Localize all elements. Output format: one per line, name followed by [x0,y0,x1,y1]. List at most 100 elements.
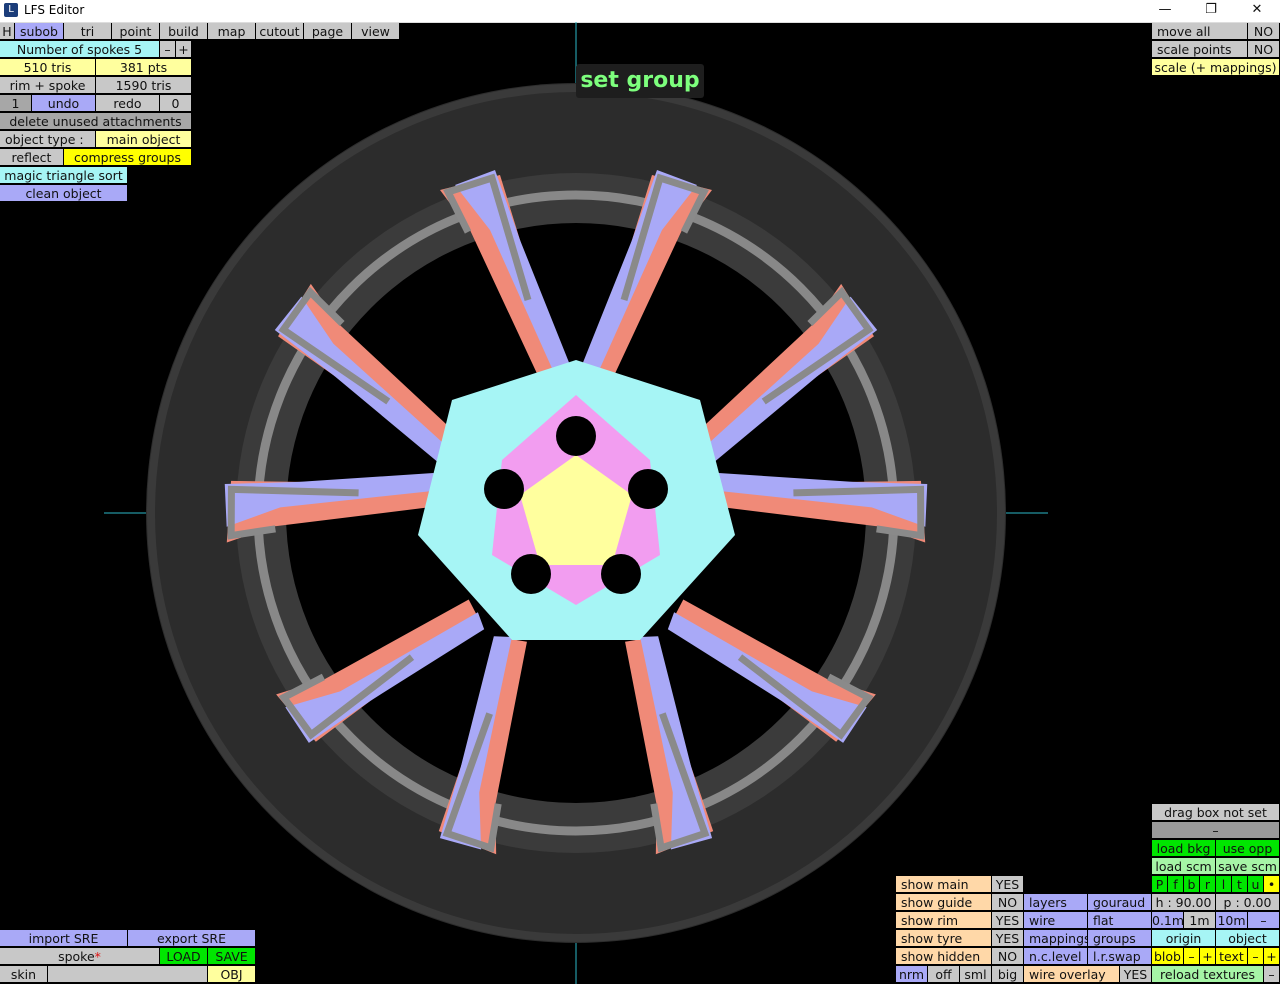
use-opp-button[interactable]: use opp [1216,840,1280,857]
compress-groups-button[interactable]: compress groups [64,149,192,166]
menu-point[interactable]: point [112,23,160,40]
redo-count: 0 [160,95,192,112]
total-tris-count: 1590 tris [96,77,192,94]
gouraud-button[interactable]: gouraud [1088,894,1152,911]
show-main-label[interactable]: show main [896,876,992,893]
show-rim-label[interactable]: show rim [896,912,992,929]
heading-value: h : 90.00 [1152,894,1216,911]
blob-minus-button[interactable]: – [1184,948,1200,965]
scale-mappings-button[interactable]: scale (+ mappings) [1152,59,1280,76]
lr-swap-button[interactable]: l.r.swap [1088,948,1152,965]
grid-10m-button[interactable]: 10m [1216,912,1248,929]
text-minus-button[interactable]: – [1248,948,1264,965]
view-r-button[interactable]: r [1200,876,1216,893]
view-f-button[interactable]: f [1168,876,1184,893]
grid-1m-button[interactable]: 1m [1184,912,1216,929]
wire-button[interactable]: wire [1024,912,1088,929]
redo-button[interactable]: redo [96,95,160,112]
minimize-icon[interactable]: — [1142,0,1188,22]
menu-page[interactable]: page [304,23,352,40]
view-dot-button[interactable]: • [1264,876,1280,893]
flat-button[interactable]: flat [1088,912,1152,929]
drag-box-status: drag box not set [1152,804,1280,821]
window-title: LFS Editor [24,3,85,17]
close-icon[interactable]: ✕ [1234,0,1280,22]
reload-textures-button[interactable]: reload textures [1152,966,1264,983]
pitch-value: p : 0.00 [1216,894,1280,911]
menu-cutout[interactable]: cutout [256,23,304,40]
restore-icon[interactable]: ❐ [1188,0,1234,22]
text-button[interactable]: text [1216,948,1248,965]
load-bkg-button[interactable]: load bkg [1152,840,1216,857]
save-button[interactable]: SAVE [208,948,256,965]
skin-label: skin [0,966,48,983]
off-button[interactable]: off [928,966,960,983]
big-button[interactable]: big [992,966,1024,983]
blob-plus-button[interactable]: + [1200,948,1216,965]
unsaved-marker: * [94,949,101,964]
obj-button[interactable]: OBJ [208,966,256,983]
show-hidden-label[interactable]: show hidden [896,948,992,965]
scale-points-value[interactable]: NO [1248,41,1280,58]
reflect-button[interactable]: reflect [0,149,64,166]
grid-minus-button[interactable]: – [1248,912,1280,929]
save-scm-button[interactable]: save scm [1216,858,1280,875]
scale-points-label[interactable]: scale points [1152,41,1248,58]
view-t-button[interactable]: t [1232,876,1248,893]
view-b-button[interactable]: b [1184,876,1200,893]
magic-triangle-sort-button[interactable]: magic triangle sort [0,167,128,184]
text-plus-button[interactable]: + [1264,948,1280,965]
menu-h[interactable]: H [0,23,15,40]
wire-overlay-label[interactable]: wire overlay [1024,966,1120,983]
view-u-button[interactable]: u [1248,876,1264,893]
menu-view[interactable]: view [352,23,400,40]
load-scm-button[interactable]: load scm [1152,858,1216,875]
rim-spoke-label: rim + spoke [0,77,96,94]
menu-map[interactable]: map [208,23,256,40]
export-sre-button[interactable]: export SRE [128,930,256,947]
layers-button[interactable]: layers [1024,894,1088,911]
sml-button[interactable]: sml [960,966,992,983]
grid-01m-button[interactable]: 0.1m [1152,912,1184,929]
view-p-button[interactable]: P [1152,876,1168,893]
status-label: set group [576,64,704,98]
show-tyre-value[interactable]: YES [992,930,1024,947]
spokes-minus-button[interactable]: – [160,41,176,58]
clean-object-button[interactable]: clean object [0,185,128,202]
nc-level-button[interactable]: n.c.level [1024,948,1088,965]
drag-box-clear[interactable]: – [1152,822,1280,839]
object-type-value[interactable]: main object [96,131,192,148]
spoke-file-field[interactable]: spoke* [0,948,160,965]
menu-subob[interactable]: subob [15,23,64,40]
show-guide-value[interactable]: NO [992,894,1024,911]
groups-button[interactable]: groups [1088,930,1152,947]
undo-button[interactable]: undo [32,95,96,112]
view-l-button[interactable]: l [1216,876,1232,893]
show-tyre-label[interactable]: show tyre [896,930,992,947]
wheel-viewport[interactable] [0,22,1280,984]
undo-count: 1 [0,95,32,112]
object-button[interactable]: object [1216,930,1280,947]
show-hidden-value[interactable]: NO [992,948,1024,965]
nrm-button[interactable]: nrm [896,966,928,983]
menu-build[interactable]: build [160,23,208,40]
wire-overlay-value[interactable]: YES [1120,966,1152,983]
title-bar: L LFS Editor — ❐ ✕ [0,0,1280,23]
import-sre-button[interactable]: import SRE [0,930,128,947]
move-all-value[interactable]: NO [1248,23,1280,40]
mappings-button[interactable]: mappings [1024,930,1088,947]
move-all-label[interactable]: move all [1152,23,1248,40]
spokes-plus-button[interactable]: + [176,41,192,58]
blob-button[interactable]: blob [1152,948,1184,965]
pts-count: 381 pts [96,59,192,76]
show-rim-value[interactable]: YES [992,912,1024,929]
load-button[interactable]: LOAD [160,948,208,965]
origin-button[interactable]: origin [1152,930,1216,947]
skin-field[interactable] [48,966,208,983]
delete-unused-attachments-button[interactable]: delete unused attachments [0,113,192,130]
show-main-value[interactable]: YES [992,876,1024,893]
lfs-icon: L [4,3,18,17]
menu-tri[interactable]: tri [64,23,112,40]
reload-minus-button[interactable]: – [1264,966,1280,983]
show-guide-label[interactable]: show guide [896,894,992,911]
